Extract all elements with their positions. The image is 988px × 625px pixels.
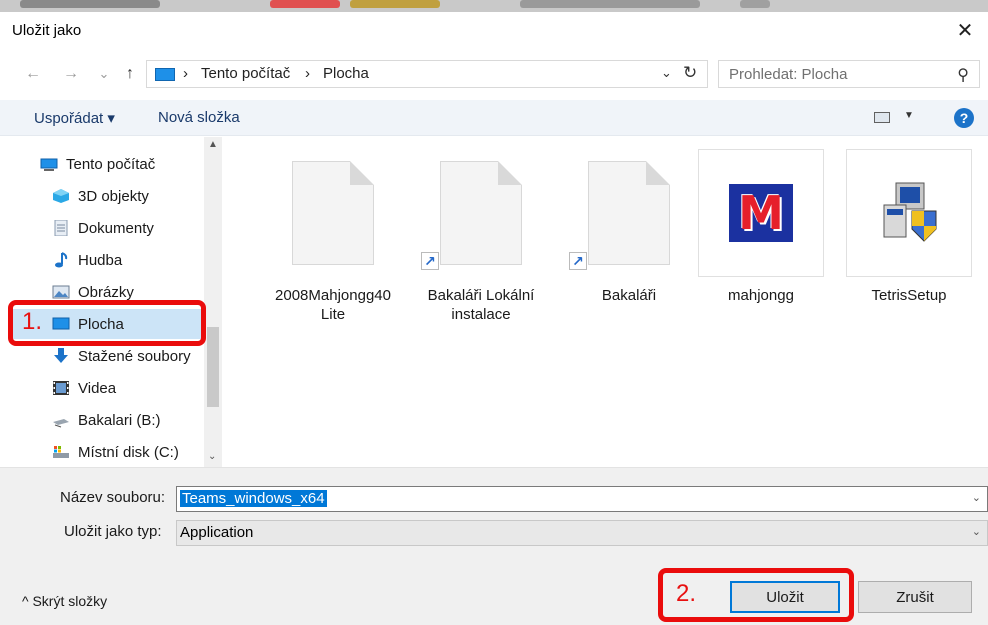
- navigation-pane-scrollbar[interactable]: ▲ ⌄: [204, 137, 222, 467]
- title-bar: Uložit jako ✕: [0, 12, 988, 48]
- file-name: TetrisSetup: [871, 287, 947, 304]
- scroll-thumb[interactable]: [207, 327, 219, 407]
- sidebar-item-label: Dokumenty: [78, 219, 154, 237]
- file-type-select[interactable]: Application ⌄: [176, 520, 988, 546]
- forward-arrow-icon[interactable]: →: [60, 62, 82, 86]
- file-item[interactable]: M mahjongg: [698, 149, 824, 339]
- help-icon[interactable]: ?: [954, 108, 974, 128]
- sidebar-item-label: Stažené soubory: [78, 347, 191, 365]
- breadcrumb-separator[interactable]: ›: [305, 65, 310, 82]
- file-type-value: Application: [180, 524, 254, 541]
- file-name: mahjongg: [728, 287, 794, 304]
- window-title: Uložit jako: [12, 22, 82, 39]
- download-icon: [54, 348, 68, 363]
- file-thumbnail: M: [698, 149, 824, 277]
- blank-document-icon: ↗: [569, 161, 670, 270]
- filename-label: Název souboru:: [60, 489, 166, 506]
- new-folder-button[interactable]: Nová složka: [158, 109, 240, 126]
- view-options-icon[interactable]: [874, 112, 890, 123]
- file-item[interactable]: 2008Mahjongg40 Lite: [270, 149, 396, 339]
- sidebar-item-label: 3D objekty: [78, 187, 149, 205]
- address-dropdown-icon[interactable]: ⌄: [661, 65, 672, 81]
- file-item[interactable]: ↗ Bakaláři: [566, 149, 692, 339]
- scroll-down-icon[interactable]: ⌄: [208, 451, 216, 462]
- file-thumbnail: ↗: [418, 149, 544, 277]
- command-toolbar: Uspořádat ▾ Nová složka ▼ ?: [0, 100, 988, 136]
- breadcrumb-desktop[interactable]: Plocha: [323, 65, 369, 82]
- background-blob: [350, 0, 440, 8]
- background-blob: [520, 0, 700, 8]
- mahjongg-app-icon: M: [729, 184, 793, 242]
- filename-dropdown-icon[interactable]: ⌄: [972, 491, 981, 504]
- sidebar-item-this-pc[interactable]: Tento počítač: [40, 149, 200, 179]
- mahjongg-logo-letter: M: [738, 186, 784, 240]
- step1-number: 1.: [22, 308, 43, 335]
- filename-input[interactable]: Teams_windows_x64 ⌄: [176, 486, 988, 512]
- breadcrumb-separator[interactable]: ›: [183, 65, 188, 82]
- music-icon: [55, 252, 68, 268]
- background-blob: [20, 0, 160, 8]
- file-thumbnail: [270, 149, 396, 277]
- sidebar-item-local-disk[interactable]: Místní disk (C:): [52, 437, 202, 467]
- disk-icon: [53, 446, 69, 458]
- sidebar-item-label: Obrázky: [78, 283, 134, 301]
- background-window-strip: [0, 0, 988, 12]
- hide-folders-toggle[interactable]: ^ Skrýt složky: [22, 593, 107, 609]
- sidebar-item-documents[interactable]: Dokumenty: [52, 213, 202, 243]
- blank-document-icon: ↗: [421, 161, 522, 270]
- breadcrumb-this-pc[interactable]: Tento počítač: [201, 65, 290, 82]
- file-item[interactable]: TetrisSetup: [846, 149, 972, 339]
- file-thumbnail: [846, 149, 972, 277]
- search-icon[interactable]: ⚲: [957, 65, 969, 85]
- sidebar-item-label: Místní disk (C:): [78, 443, 179, 461]
- address-bar[interactable]: › Tento počítač › Plocha ⌄ ↻: [146, 60, 708, 88]
- view-dropdown-icon[interactable]: ▼: [904, 110, 914, 121]
- picture-icon: [52, 285, 70, 299]
- search-box[interactable]: Prohledat: Plocha ⚲: [718, 60, 980, 88]
- file-type-label: Uložit jako typ:: [64, 523, 162, 540]
- sidebar-item-label: Tento počítač: [66, 155, 156, 173]
- filename-value[interactable]: Teams_windows_x64: [180, 490, 327, 507]
- navigation-bar: ← → ⌄ ↑ › Tento počítač › Plocha ⌄ ↻ Pro…: [0, 56, 988, 92]
- recent-locations-chevron-icon[interactable]: ⌄: [96, 62, 112, 86]
- search-placeholder: Prohledat: Plocha: [729, 66, 848, 83]
- sidebar-item-3d-objects[interactable]: 3D objekty: [52, 181, 202, 211]
- cube-icon: [53, 189, 69, 203]
- organize-menu-button[interactable]: Uspořádat ▾: [34, 109, 115, 127]
- file-name: Bakaláři: [601, 287, 657, 304]
- shortcut-arrow-icon: ↗: [569, 252, 587, 270]
- file-name: Bakaláři Lokální instalace: [427, 287, 535, 323]
- sidebar-item-videos[interactable]: Videa: [52, 373, 202, 403]
- file-list: 2008Mahjongg40 Lite ↗ Bakaláři Lokální i…: [224, 137, 988, 467]
- video-icon: [53, 381, 69, 395]
- close-icon[interactable]: ✕: [942, 12, 988, 48]
- step2-number: 2.: [676, 580, 697, 607]
- background-blob: [740, 0, 770, 8]
- sidebar-item-label: Hudba: [78, 251, 123, 269]
- scroll-up-icon[interactable]: ▲: [208, 139, 218, 150]
- background-blob: [270, 0, 340, 8]
- file-thumbnail: ↗: [566, 149, 692, 277]
- refresh-icon[interactable]: ↻: [683, 63, 697, 83]
- computer-icon: [40, 158, 58, 171]
- sidebar-item-label: Bakalari (B:): [78, 411, 161, 429]
- shortcut-arrow-icon: ↗: [421, 252, 439, 270]
- sidebar-item-bakalari-drive[interactable]: Bakalari (B:): [52, 405, 202, 435]
- back-arrow-icon[interactable]: ←: [22, 62, 44, 86]
- document-icon: [54, 220, 68, 236]
- sidebar-item-label: Videa: [78, 379, 117, 397]
- file-type-dropdown-icon[interactable]: ⌄: [972, 525, 981, 538]
- file-name: 2008Mahjongg40 Lite: [275, 287, 391, 323]
- installer-app-icon: [883, 182, 937, 242]
- desktop-icon: [155, 68, 175, 81]
- network-drive-icon: [53, 419, 69, 428]
- up-arrow-icon[interactable]: ↑: [120, 62, 140, 86]
- file-item[interactable]: ↗ Bakaláři Lokální instalace: [418, 149, 544, 339]
- blank-document-icon: [292, 161, 374, 265]
- cancel-button[interactable]: Zrušit: [858, 581, 972, 613]
- sidebar-item-music[interactable]: Hudba: [52, 245, 202, 275]
